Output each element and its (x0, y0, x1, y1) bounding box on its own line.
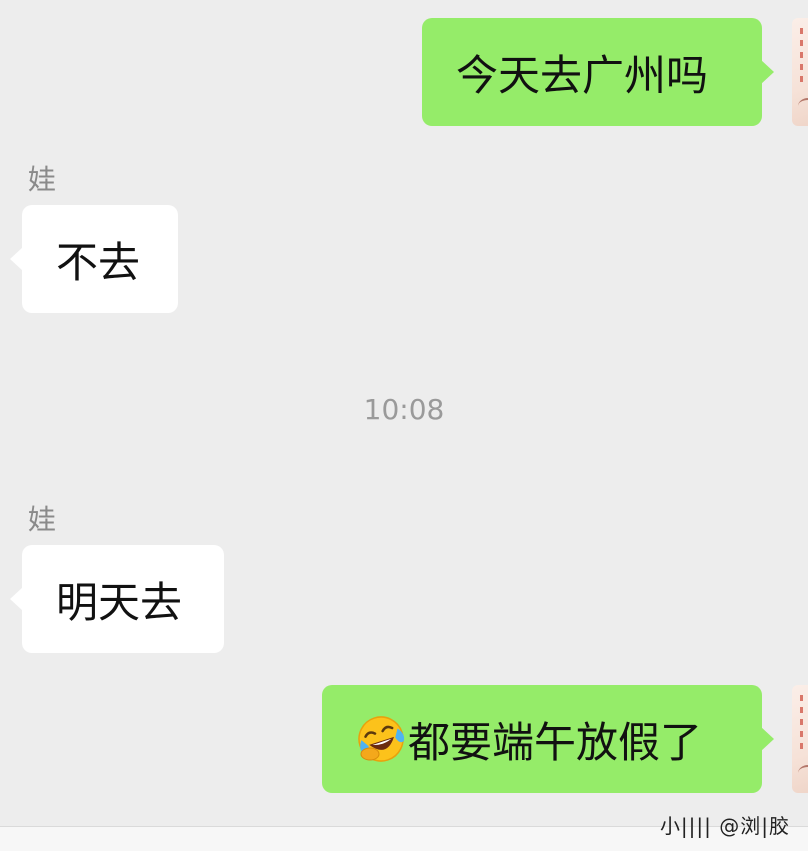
message-bubble-incoming[interactable]: 不去 (10, 205, 178, 313)
message-bubble-outgoing[interactable]: 今天去广州吗 (422, 18, 774, 126)
message-timestamp: 10:08 (363, 393, 445, 426)
message-bubble-outgoing[interactable]: 都要端午放假了 (322, 685, 774, 793)
sender-name: 娃 (28, 503, 57, 536)
self-avatar[interactable] (792, 685, 808, 793)
self-avatar[interactable] (792, 18, 808, 126)
chat-history: 今天去广州吗 娃 不去 10:08 娃 明天去 都要端午放假了 (0, 0, 808, 851)
message-bubble-incoming[interactable]: 明天去 (10, 545, 224, 653)
sender-name: 娃 (28, 163, 57, 196)
watermark: 小|||| @浏|胶 (659, 814, 790, 838)
message-text: 明天去 (56, 577, 183, 627)
message-text: 今天去广州吗 (456, 50, 709, 100)
message-text: 都要端午放假了 (408, 717, 703, 767)
face-with-tears-of-joy-emoji (356, 714, 406, 764)
message-text: 不去 (56, 237, 141, 287)
